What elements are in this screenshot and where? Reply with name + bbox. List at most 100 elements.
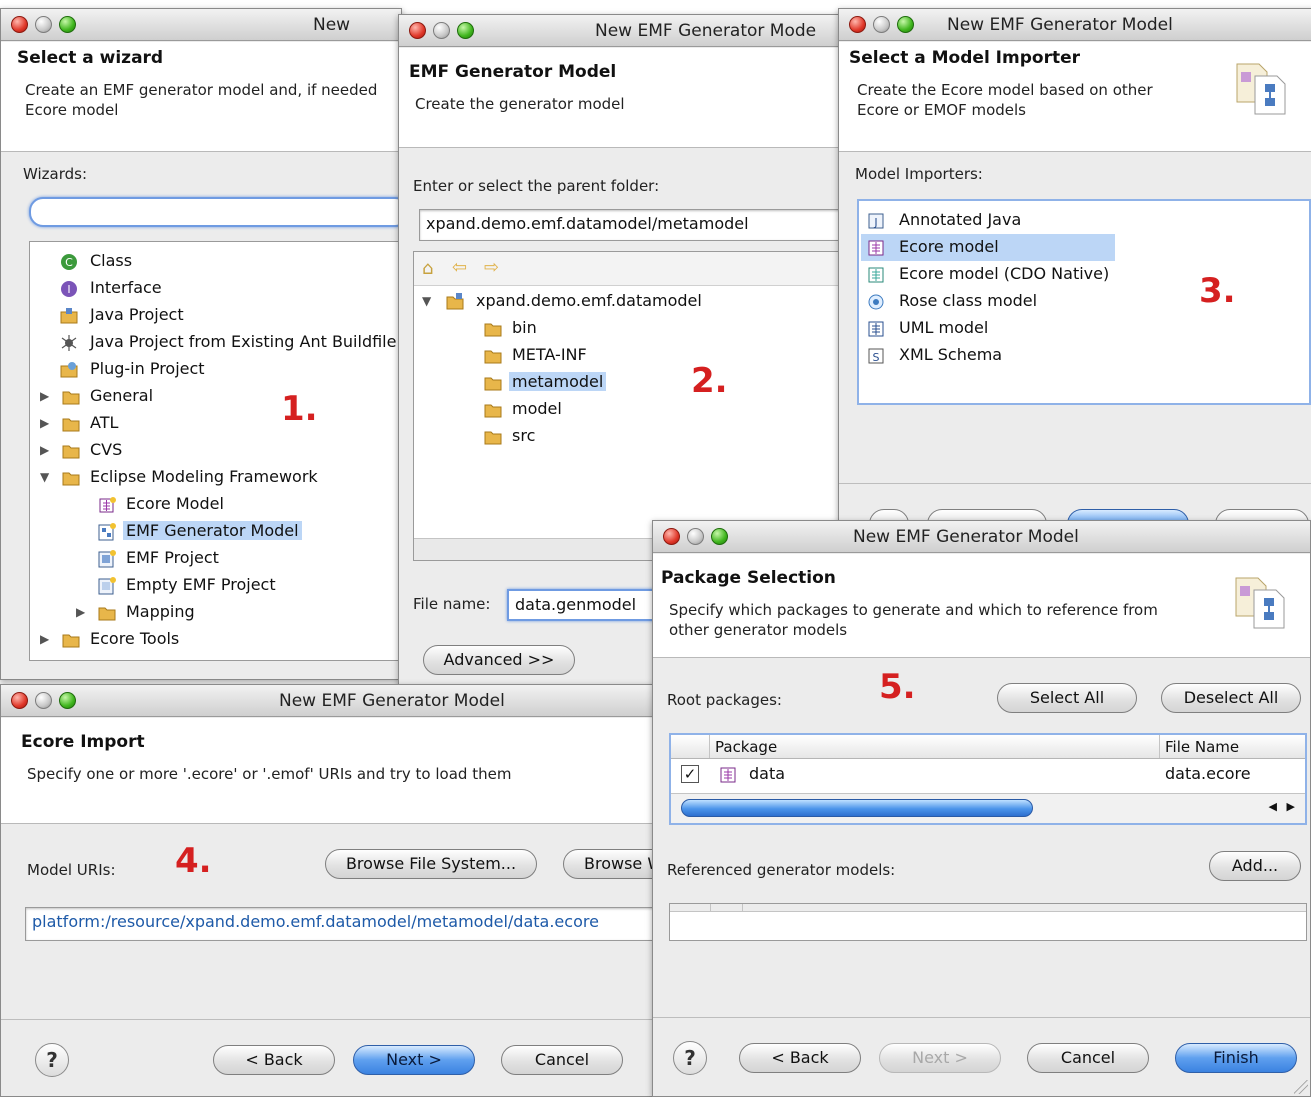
expand-arrow-icon[interactable]: ▶ (40, 443, 49, 457)
referenced-models-table[interactable] (669, 903, 1307, 941)
tree-item-model[interactable]: model (414, 396, 845, 423)
container-tree[interactable]: ⌂ ⇦ ⇨ ▼ xpand.demo.emf.datamodel bin MET… (413, 251, 845, 561)
column-header-package[interactable]: Package (715, 738, 777, 756)
svg-text:J: J (873, 216, 877, 229)
zoom-window-button[interactable] (59, 16, 76, 33)
tree-item-empty-emf-project[interactable]: Empty EMF Project (30, 572, 401, 599)
close-window-button[interactable] (663, 528, 680, 545)
minimize-window-button[interactable] (433, 22, 450, 39)
back-button[interactable]: < Back (739, 1043, 861, 1073)
titlebar[interactable]: New EMF Generator Model (839, 9, 1311, 41)
close-window-button[interactable] (409, 22, 426, 39)
wizard-tree[interactable]: C Class I Interface Java Project Java Pr… (29, 241, 401, 661)
root-packages-table[interactable]: Package File Name ✓ data data.ecore ◀ ▶ (669, 733, 1307, 825)
importer-item[interactable]: S XML Schema (859, 342, 1309, 369)
tree-item-label: Class (90, 251, 133, 270)
tree-item-plugin-project[interactable]: Plug-in Project (30, 356, 401, 383)
add-button[interactable]: Add... (1209, 851, 1301, 881)
tree-item-label: xpand.demo.emf.datamodel (476, 291, 702, 310)
folder-icon (484, 323, 502, 337)
table-horizontal-scrollbar[interactable]: ◀ ▶ (671, 793, 1305, 823)
tree-item-label: EMF Generator Model (123, 521, 302, 540)
tree-item-bin[interactable]: bin (414, 315, 845, 342)
tree-item-meta-inf[interactable]: META-INF (414, 342, 845, 369)
minimize-window-button[interactable] (35, 692, 52, 709)
cancel-button[interactable]: Cancel (501, 1045, 623, 1075)
close-window-button[interactable] (11, 692, 28, 709)
tree-item-emf[interactable]: ▼ Eclipse Modeling Framework (30, 464, 401, 491)
tree-item-project[interactable]: ▼ xpand.demo.emf.datamodel (414, 288, 845, 315)
advanced-button[interactable]: Advanced >> (423, 645, 575, 675)
expand-arrow-icon[interactable]: ▶ (76, 605, 85, 619)
zoom-window-button[interactable] (457, 22, 474, 39)
tree-item-ecore-tools[interactable]: ▶ Ecore Tools (30, 626, 401, 653)
project-icon (446, 293, 464, 310)
window-title: New EMF Generator Model (853, 527, 1079, 547)
browse-file-system-button[interactable]: Browse File System... (325, 849, 537, 879)
scroll-left-icon[interactable]: ◀ (1269, 800, 1277, 813)
importer-item[interactable]: J Annotated Java (859, 207, 1309, 234)
importer-label: XML Schema (899, 345, 1003, 364)
back-button[interactable]: < Back (213, 1045, 335, 1075)
titlebar[interactable]: New EMF Generator Mode (399, 15, 845, 47)
parent-folder-input[interactable]: xpand.demo.emf.datamodel/metamodel (419, 209, 845, 241)
tree-item-class[interactable]: C Class (30, 248, 401, 275)
tree-item-src[interactable]: src (414, 423, 845, 450)
minimize-window-button[interactable] (687, 528, 704, 545)
tree-item-ant-project[interactable]: Java Project from Existing Ant Buildfile (30, 329, 401, 356)
deselect-all-button[interactable]: Deselect All (1161, 683, 1301, 713)
titlebar[interactable]: New EMF Generator Model (653, 521, 1310, 553)
importer-item[interactable]: UML model (859, 315, 1309, 342)
expand-arrow-icon[interactable]: ▶ (40, 632, 49, 646)
model-uri-input[interactable]: platform:/resource/xpand.demo.emf.datamo… (25, 907, 665, 941)
expand-arrow-icon[interactable]: ▶ (40, 416, 49, 430)
expand-arrow-icon[interactable]: ▶ (40, 389, 49, 403)
zoom-window-button[interactable] (897, 16, 914, 33)
cancel-button[interactable]: Cancel (1027, 1043, 1149, 1073)
collapse-arrow-icon[interactable]: ▼ (422, 294, 431, 308)
scrollbar-thumb[interactable] (681, 799, 1033, 817)
header-title: Select a wizard (17, 48, 164, 68)
zoom-window-button[interactable] (711, 528, 728, 545)
titlebar[interactable]: New (1, 9, 401, 41)
resize-grip-icon[interactable] (1294, 1080, 1308, 1094)
tree-item-metamodel[interactable]: metamodel (414, 369, 845, 396)
importer-item[interactable]: Ecore model (859, 234, 1309, 261)
model-importers-list[interactable]: J Annotated Java Ecore model Ecore model… (857, 199, 1311, 405)
close-window-button[interactable] (849, 16, 866, 33)
zoom-window-button[interactable] (59, 692, 76, 709)
table-row[interactable]: ✓ data data.ecore (671, 761, 1305, 788)
help-button[interactable]: ? (35, 1043, 69, 1077)
tree-item-ecore-model[interactable]: Ecore Model (30, 491, 401, 518)
help-button[interactable]: ? (673, 1041, 707, 1075)
home-icon[interactable]: ⌂ (422, 258, 433, 279)
select-all-button[interactable]: Select All (997, 683, 1137, 713)
minimize-window-button[interactable] (873, 16, 890, 33)
collapse-arrow-icon[interactable]: ▼ (40, 470, 49, 484)
tree-item-mapping[interactable]: ▶ Mapping (30, 599, 401, 626)
tree-item-interface[interactable]: I Interface (30, 275, 401, 302)
tree-item-cvs[interactable]: ▶ CVS (30, 437, 401, 464)
importer-label: Ecore model (899, 237, 999, 256)
next-button[interactable]: Next > (879, 1043, 1001, 1073)
titlebar[interactable]: New EMF Generator Model (1, 685, 669, 717)
finish-button[interactable]: Finish (1175, 1043, 1297, 1073)
tree-item-general[interactable]: ▶ General (30, 383, 401, 410)
step-number: 2. (691, 361, 728, 401)
package-checkbox[interactable]: ✓ (681, 765, 699, 783)
tree-item-atl[interactable]: ▶ ATL (30, 410, 401, 437)
tree-item-emf-generator-model[interactable]: EMF Generator Model (30, 518, 401, 545)
tree-item-label: Empty EMF Project (126, 575, 276, 594)
scroll-right-icon[interactable]: ▶ (1287, 800, 1295, 813)
next-button[interactable]: Next > (353, 1045, 475, 1075)
back-arrow-icon[interactable]: ⇦ (452, 257, 467, 278)
forward-arrow-icon[interactable]: ⇨ (484, 257, 499, 278)
tree-item-emf-project[interactable]: EMF Project (30, 545, 401, 572)
tree-item-java-project[interactable]: Java Project (30, 302, 401, 329)
wizard-filter-input[interactable] (29, 197, 401, 227)
importer-item[interactable]: Rose class model (859, 288, 1309, 315)
close-window-button[interactable] (11, 16, 28, 33)
importer-item[interactable]: Ecore model (CDO Native) (859, 261, 1309, 288)
column-header-file-name[interactable]: File Name (1165, 738, 1239, 756)
minimize-window-button[interactable] (35, 16, 52, 33)
